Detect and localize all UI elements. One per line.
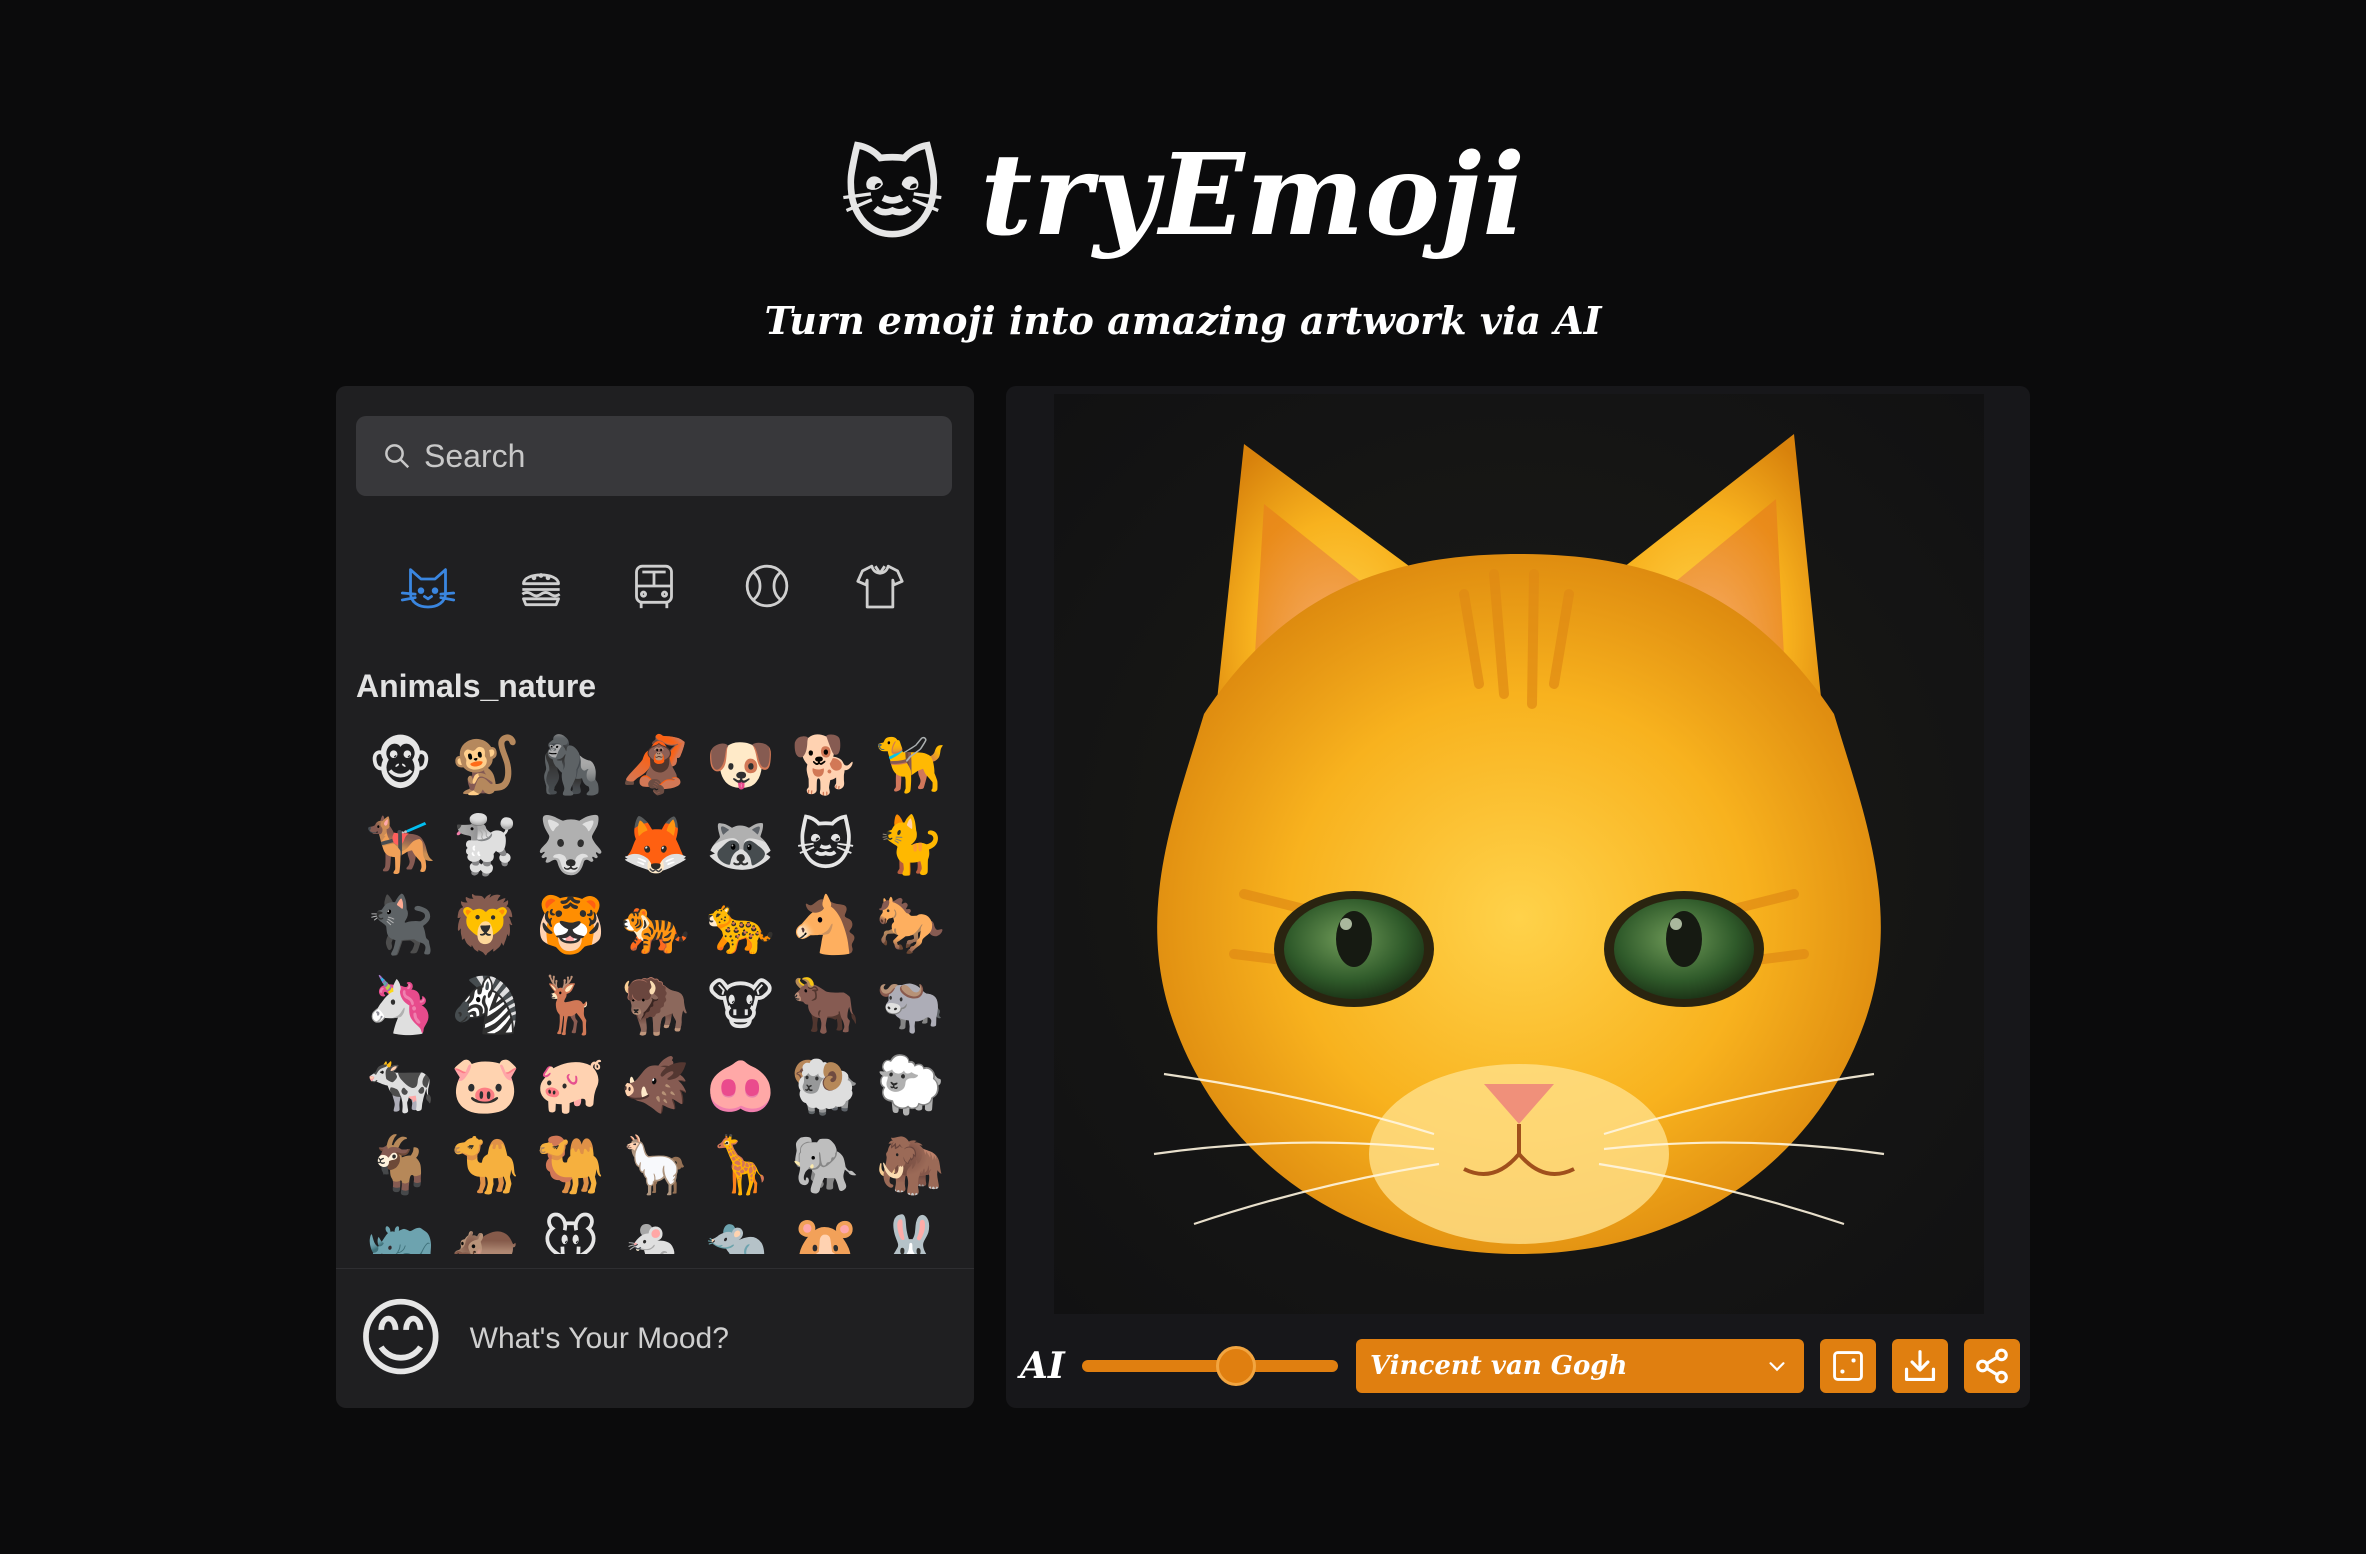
emoji-cell[interactable]: 🐰: [868, 1206, 953, 1254]
emoji-cell[interactable]: 🐵: [358, 726, 443, 806]
emoji-cell[interactable]: 🦝: [698, 806, 783, 886]
emoji-cell[interactable]: 🐐: [358, 1126, 443, 1206]
artwork-image: [1054, 394, 1984, 1314]
emoji-grid: 🐵 🐒 🦍 🦧 🐶 🐕 🦮 🐕‍🦺 🐩 🐺 🦊 🦝 🐱 🐈 🐈‍⬛ 🦁 🐯 🐅 🐆 🐴 🐎 🦄 🦓 🦌 🦬 🐮 🐂 🐃 🐄 🐷 🐖 🐗 🐽 🐏 🐑 🐐…: [358, 726, 954, 1254]
emoji-cell[interactable]: 🦍: [528, 726, 613, 806]
tab-activities[interactable]: [735, 554, 799, 618]
app-title: tryEmoji: [980, 130, 1526, 261]
emoji-cell[interactable]: 🐴: [783, 886, 868, 966]
emoji-cell[interactable]: 🦙: [613, 1126, 698, 1206]
emoji-cell[interactable]: 🦮: [868, 726, 953, 806]
emoji-cell[interactable]: 🐅: [613, 886, 698, 966]
emoji-cell[interactable]: 🦛: [443, 1206, 528, 1254]
emoji-cell[interactable]: 🦧: [613, 726, 698, 806]
emoji-cell[interactable]: 🐆: [698, 886, 783, 966]
emoji-cell[interactable]: 🐱: [783, 806, 868, 886]
tab-travel[interactable]: [622, 554, 686, 618]
emoji-cell[interactable]: 🦏: [358, 1206, 443, 1254]
emoji-cell[interactable]: 🐯: [528, 886, 613, 966]
mood-label: What's Your Mood?: [469, 1322, 729, 1355]
cat-icon: [400, 568, 456, 609]
app-root: 🐱 tryEmoji Turn emoji into amazing artwo…: [0, 0, 2366, 1554]
ai-label: AI: [1020, 1345, 1065, 1387]
emoji-cell[interactable]: 🦊: [613, 806, 698, 886]
emoji-cell[interactable]: 🐗: [613, 1046, 698, 1126]
emoji-picker: Animals_nature 🐵🐒🦍🦧🐶🐕🦮 🐕‍🦺🐩🐺🦊🦝🐱🐈 🐈‍⬛🦁🐯🐅🐆🐴🐎…: [336, 386, 974, 1408]
emoji-cell[interactable]: 🦣: [868, 1126, 953, 1206]
emoji-cell[interactable]: 🦒: [698, 1126, 783, 1206]
brand: 🐱 tryEmoji: [0, 130, 2366, 261]
mood-emoji-button[interactable]: 😊: [356, 1296, 446, 1382]
artwork-controls: AI Vincent van Gogh: [1006, 1336, 2030, 1396]
chevron-down-icon: [1769, 1362, 1785, 1372]
mood-bar: 😊 What's Your Mood?: [336, 1268, 974, 1408]
bus-icon: [635, 564, 673, 609]
tab-objects[interactable]: [848, 554, 912, 618]
ball-icon: [745, 564, 789, 608]
emoji-cell[interactable]: 🐽: [698, 1046, 783, 1126]
emoji-cell[interactable]: 🐘: [783, 1126, 868, 1206]
shirt-icon: [856, 564, 904, 609]
emoji-cell[interactable]: 🐮: [698, 966, 783, 1046]
emoji-cell[interactable]: 🐄: [358, 1046, 443, 1126]
download-icon: [1904, 1350, 1936, 1382]
emoji-cell[interactable]: 🐹: [783, 1206, 868, 1254]
download-button[interactable]: [1892, 1339, 1948, 1393]
tab-food[interactable]: [509, 554, 573, 618]
emoji-cell[interactable]: 🐫: [528, 1126, 613, 1206]
emoji-cell[interactable]: 🐏: [783, 1046, 868, 1126]
ai-strength-slider[interactable]: [1082, 1346, 1338, 1386]
emoji-cell[interactable]: 🐩: [443, 806, 528, 886]
random-button[interactable]: [1820, 1339, 1876, 1393]
slider-thumb[interactable]: [1216, 1346, 1256, 1386]
category-tabs: [356, 554, 952, 618]
emoji-cell[interactable]: 🦌: [528, 966, 613, 1046]
emoji-cell[interactable]: 🐂: [783, 966, 868, 1046]
emoji-cell[interactable]: 🐎: [868, 886, 953, 966]
emoji-cell[interactable]: 🐶: [698, 726, 783, 806]
emoji-cell[interactable]: 🦓: [443, 966, 528, 1046]
emoji-cell[interactable]: 🐀: [698, 1206, 783, 1254]
artwork-panel: AI Vincent van Gogh: [1006, 386, 2030, 1408]
emoji-cell[interactable]: 🐖: [528, 1046, 613, 1126]
emoji-cell[interactable]: 🐭: [528, 1206, 613, 1254]
burger-icon: [521, 573, 561, 607]
emoji-cell[interactable]: 🐒: [443, 726, 528, 806]
emoji-cell[interactable]: 🐈‍⬛: [358, 886, 443, 966]
share-button[interactable]: [1964, 1339, 2020, 1393]
tagline: Turn emoji into amazing artwork via AI: [764, 298, 1602, 343]
emoji-cell[interactable]: 🦄: [358, 966, 443, 1046]
style-dropdown[interactable]: Vincent van Gogh: [1356, 1339, 1804, 1393]
emoji-cell[interactable]: 🐷: [443, 1046, 528, 1126]
emoji-cell[interactable]: 🦁: [443, 886, 528, 966]
emoji-cell[interactable]: 🐺: [528, 806, 613, 886]
search-icon: [385, 444, 410, 469]
emoji-cell[interactable]: 🐕: [783, 726, 868, 806]
share-icon: [1976, 1348, 2008, 1384]
emoji-cell[interactable]: 🐕‍🦺: [358, 806, 443, 886]
emoji-cell[interactable]: 🐪: [443, 1126, 528, 1206]
dice-icon: [1833, 1351, 1863, 1381]
logo-emoji: 🐱: [840, 136, 945, 254]
search-box[interactable]: [356, 416, 952, 496]
emoji-cell[interactable]: 🐁: [613, 1206, 698, 1254]
emoji-cell[interactable]: 🐈: [868, 806, 953, 886]
tab-animals[interactable]: [396, 554, 460, 618]
emoji-cell[interactable]: 🐃: [868, 966, 953, 1046]
emoji-cell[interactable]: 🦬: [613, 966, 698, 1046]
slider-track: [1082, 1360, 1338, 1372]
style-selected-value: Vincent van Gogh: [1370, 1351, 1628, 1381]
emoji-cell[interactable]: 🐑: [868, 1046, 953, 1126]
search-input[interactable]: [422, 436, 952, 476]
section-title: Animals_nature: [356, 668, 597, 704]
